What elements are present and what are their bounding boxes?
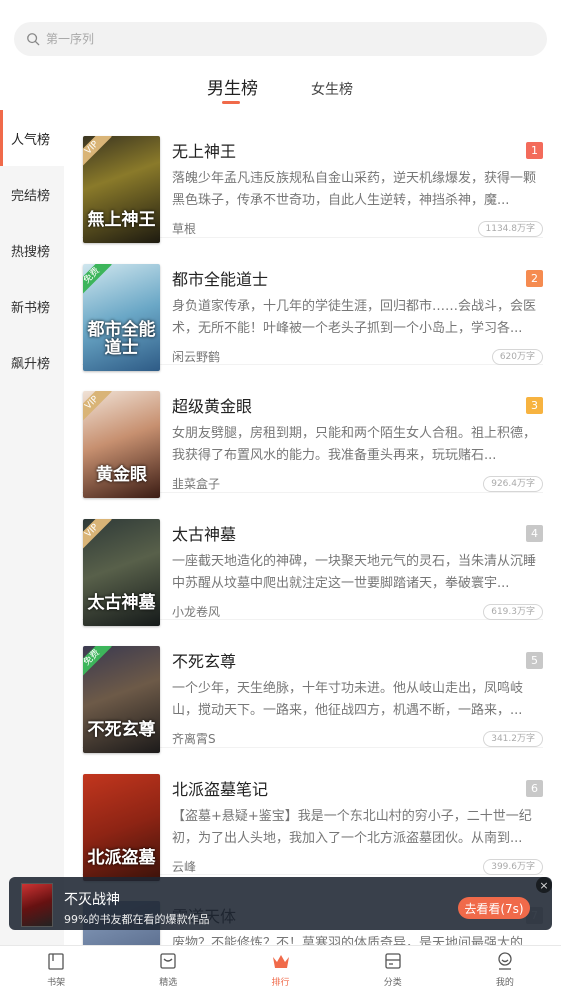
- book-title[interactable]: 太古神墓: [172, 521, 236, 545]
- tab-female[interactable]: 女生榜: [311, 79, 353, 99]
- nav-category[interactable]: 分类: [337, 946, 449, 993]
- ranking-sidebar: 人气榜 完结榜 热搜榜 新书榜 飙升榜: [0, 110, 64, 945]
- book-item[interactable]: 免费 都市全能道士 都市全能道士 2 身负道家传承，十几年的学徒生涯，回归都市……会战斗…: [82, 238, 543, 371]
- cover-title-art: 無上神王: [87, 210, 156, 230]
- book-cover[interactable]: VIP 太古神墓: [83, 518, 160, 626]
- sidebar-item-new-books[interactable]: 新书榜: [0, 278, 64, 334]
- rank-badge: 1: [526, 142, 543, 159]
- book-item[interactable]: VIP 無上神王 无上神王 1 落魄少年孟凡违反族规私自金山采药，逆天机缘爆发，获得一颗…: [82, 110, 543, 243]
- rank-badge: 6: [526, 779, 543, 797]
- book-author: 云峰: [172, 859, 197, 874]
- book-cover[interactable]: 免费都市全能道士: [83, 263, 160, 371]
- rank-badge: 3: [526, 397, 543, 414]
- sidebar-item-label: 完结榜: [11, 188, 51, 204]
- cover-title-art: 黄金眼: [96, 465, 147, 485]
- sidebar-item-popular[interactable]: 人气榜: [0, 110, 64, 166]
- book-title[interactable]: 都市全能道士: [172, 266, 268, 290]
- sidebar-item-label: 新书榜: [11, 300, 51, 316]
- word-count-badge: 341.2万字: [483, 731, 543, 747]
- nav-label: 我的: [495, 978, 514, 988]
- word-count-badge: 1134.8万字: [477, 221, 543, 237]
- book-title[interactable]: 北派盗墓笔记: [172, 776, 268, 800]
- rank-badge: 2: [526, 269, 543, 287]
- bookshelf-icon: [48, 953, 64, 970]
- book-title[interactable]: 超级黄金眼: [172, 393, 252, 417]
- active-tab-indicator: [222, 101, 240, 104]
- cover-title-art: 太古神墓: [87, 592, 156, 613]
- cover-title-art: 北派盗墓: [87, 847, 156, 868]
- bottom-navigation: 书架 精选 排行 分类 我的: [0, 945, 561, 993]
- nav-featured[interactable]: 精选: [112, 946, 224, 993]
- book-cover[interactable]: VIP 無上神王: [83, 136, 160, 243]
- sidebar-item-completed[interactable]: 完结榜: [0, 166, 64, 222]
- book-title[interactable]: 不死玄尊: [172, 648, 236, 672]
- book-author: 草根: [172, 222, 197, 236]
- nav-label: 排行: [271, 978, 290, 988]
- book-author: 韭菜盒子: [172, 477, 221, 491]
- word-count-badge: 620万字: [491, 348, 543, 365]
- sidebar-item-label: 飙升榜: [11, 356, 51, 372]
- nav-label: 精选: [159, 978, 178, 988]
- book-description: 女朋友劈腿，房租到期，只能和两个陌生女人合租。祖上积德，我获得了布置风水的能力。…: [172, 426, 537, 463]
- nav-profile[interactable]: 我的: [449, 946, 561, 993]
- book-item[interactable]: VIP 黄金眼 超级黄金眼 3 女朋友劈腿，房租到期，只能和两个陌生女人合租。祖上积德，…: [82, 365, 543, 498]
- book-description: 身负道家传承，十几年的学徒生涯，回归都市……会战斗，会医术，无所不能！叶峰被一个…: [172, 298, 537, 336]
- search-bar[interactable]: [14, 22, 547, 56]
- sidebar-item-hot-search[interactable]: 热搜榜: [0, 222, 64, 278]
- search-input[interactable]: [46, 32, 446, 46]
- book-cover[interactable]: 北派盗墓: [83, 773, 160, 881]
- book-cover[interactable]: 免费不死玄尊: [83, 646, 160, 753]
- nav-label: 书架: [47, 978, 66, 988]
- rank-badge: 5: [526, 652, 543, 669]
- sidebar-item-rising[interactable]: 飙升榜: [0, 334, 64, 390]
- nav-label: 分类: [383, 978, 402, 988]
- cover-title-art: 都市全能道士: [87, 319, 156, 358]
- book-tag-badge: VIP: [83, 136, 112, 168]
- rank-badge: 4: [526, 524, 543, 542]
- word-count-badge: 619.3万字: [483, 603, 543, 620]
- book-author: 闲云野鹤: [172, 349, 221, 364]
- close-icon[interactable]: ×: [536, 877, 552, 893]
- nav-bookshelf[interactable]: 书架: [0, 946, 112, 993]
- featured-icon: [160, 953, 176, 969]
- crown-icon: [272, 955, 289, 968]
- book-item[interactable]: VIP 太古神墓 太古神墓 4 一座截天地造化的神碑，一块聚天地元气的灵石，当朱清从沉睡…: [82, 493, 543, 626]
- banner-title: 不灭战神: [64, 892, 120, 908]
- book-item[interactable]: 免费 不死玄尊 不死玄尊 5 一个少年，天生绝脉，十年寸功未进。他从岐山走出，凤鸣岐山，…: [82, 620, 543, 753]
- book-description: 一座截天地造化的神碑，一块聚天地元气的灵石，当朱清从沉睡中苏醒从坟墓中爬出就注定…: [172, 553, 537, 591]
- book-tag-badge: VIP: [83, 518, 112, 551]
- profile-icon: [498, 952, 512, 970]
- category-icon: [385, 953, 401, 969]
- book-author: 小龙卷风: [172, 604, 221, 619]
- book-tag-badge: 免费: [83, 646, 112, 678]
- cover-title-art: 不死玄尊: [87, 720, 156, 740]
- gender-tabs: 男生榜 女生榜: [0, 74, 561, 110]
- sidebar-item-label: 热搜榜: [11, 244, 51, 260]
- search-icon: [27, 33, 40, 46]
- book-item[interactable]: 北派盗墓 北派盗墓笔记 6 【盗墓+悬疑+鉴宝】我是一个东北山村的穷小子，二十世一纪初…: [82, 748, 543, 881]
- book-title[interactable]: 无上神王: [172, 138, 236, 162]
- book-tag-badge: VIP: [83, 391, 112, 423]
- book-cover[interactable]: VIP 黄金眼: [83, 391, 160, 498]
- nav-ranking[interactable]: 排行: [224, 946, 336, 993]
- book-description: 一个少年，天生绝脉，十年寸功未进。他从岐山走出，凤鸣岐山，搅动天下。一路来，他征…: [172, 681, 524, 718]
- tab-male[interactable]: 男生榜: [207, 74, 258, 99]
- banner-subtitle: 99%的书友都在看的爆款作品: [64, 913, 210, 926]
- sidebar-item-label: 人气榜: [11, 132, 51, 148]
- word-count-badge: 399.6万字: [483, 858, 543, 875]
- book-description: 落魄少年孟凡违反族规私自金山采药，逆天机缘爆发，获得一颗黑色珠子，传承不世奇功，…: [172, 171, 537, 208]
- banner-book-cover: [21, 883, 53, 927]
- book-description: 【盗墓+悬疑+鉴宝】我是一个东北山村的穷小子，二十世一纪初，为了出人头地，我加入…: [172, 808, 532, 846]
- book-ranking-list: VIP 無上神王 无上神王 1 落魄少年孟凡违反族规私自金山采药，逆天机缘爆发，获得一颗…: [64, 110, 561, 945]
- book-tag-badge: 免费: [83, 263, 112, 296]
- book-author: 齐离霄S: [172, 732, 216, 746]
- word-count-badge: 926.4万字: [483, 476, 543, 492]
- recommendation-banner[interactable]: 不灭战神 99%的书友都在看的爆款作品 去看看(7s) ×: [9, 877, 552, 930]
- go-read-button[interactable]: 去看看(7s): [458, 897, 530, 919]
- book-description: 废物？不能修炼？不！莫寒羽的体质奇异，是天地间最强大的...: [172, 936, 536, 945]
